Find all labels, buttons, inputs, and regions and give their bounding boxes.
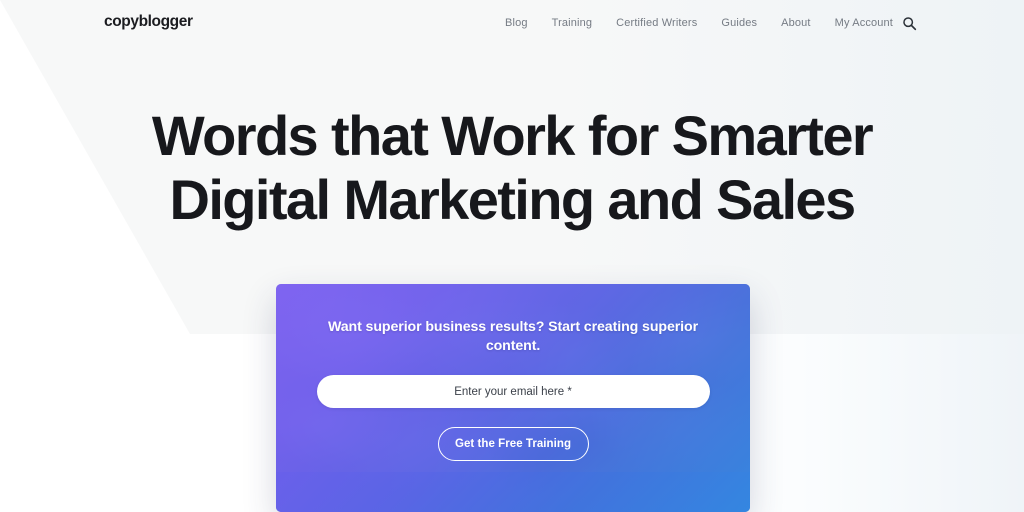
headline-line-2: Digital Marketing and Sales [169, 168, 857, 231]
page-title: Words that Work for Smarter Digital Mark… [0, 104, 1024, 232]
get-free-training-button[interactable]: Get the Free Training [437, 427, 589, 461]
cta-card: Want superior business results? Start cr… [276, 284, 750, 512]
nav-item-my-account[interactable]: My Account [835, 14, 893, 32]
cta-heading: Want superior business results? Start cr… [327, 319, 699, 354]
nav-item-certified-writers[interactable]: Certified Writers [616, 14, 697, 32]
page-root: copyblogger Blog Training Certified Writ… [0, 0, 1024, 512]
search-icon[interactable] [900, 14, 918, 32]
nav-item-blog[interactable]: Blog [505, 14, 528, 32]
main-navigation: Blog Training Certified Writers Guides A… [505, 14, 893, 32]
site-logo[interactable]: copyblogger [104, 13, 193, 31]
email-field[interactable] [316, 375, 710, 408]
cta-content: Want superior business results? Start cr… [276, 284, 750, 512]
nav-item-training[interactable]: Training [552, 14, 593, 32]
site-header: copyblogger Blog Training Certified Writ… [0, 0, 1024, 45]
nav-item-about[interactable]: About [781, 14, 811, 32]
headline-line-1: Words that Work for Smarter [151, 104, 874, 167]
nav-item-guides[interactable]: Guides [721, 14, 757, 32]
